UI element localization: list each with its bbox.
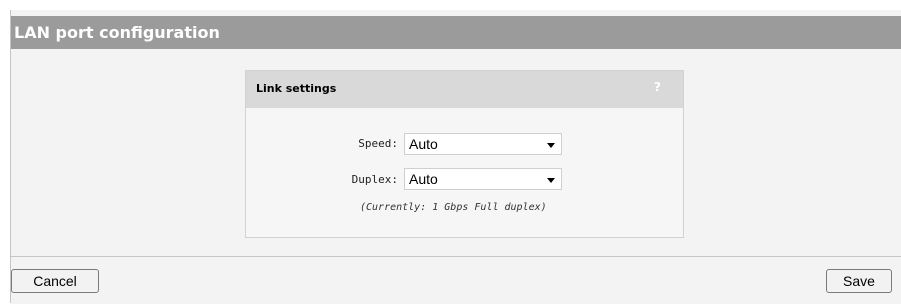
- current-status-note: (Currently: 1 Gbps Full duplex): [360, 202, 547, 213]
- panel-title: Link settings: [256, 82, 337, 95]
- chevron-down-icon: [547, 143, 555, 148]
- save-button[interactable]: Save: [826, 269, 892, 293]
- link-settings-panel: Link settings ? Speed: Auto Duplex: Auto…: [245, 70, 684, 238]
- footer-bar: Cancel Save: [11, 256, 901, 304]
- duplex-select[interactable]: Auto: [404, 168, 562, 190]
- speed-select[interactable]: Auto: [404, 133, 562, 155]
- help-icon[interactable]: ?: [654, 80, 661, 94]
- chevron-down-icon: [547, 178, 555, 183]
- duplex-label: Duplex:: [351, 173, 398, 186]
- speed-select-value: Auto: [409, 136, 438, 152]
- cancel-button[interactable]: Cancel: [11, 269, 99, 293]
- duplex-select-value: Auto: [409, 171, 438, 187]
- speed-label: Speed:: [358, 137, 398, 150]
- page-title: LAN port configuration: [14, 23, 220, 42]
- panel-header: Link settings ?: [246, 71, 683, 108]
- title-bar: LAN port configuration: [11, 16, 901, 49]
- main-frame: LAN port configuration Link settings ? S…: [10, 10, 901, 304]
